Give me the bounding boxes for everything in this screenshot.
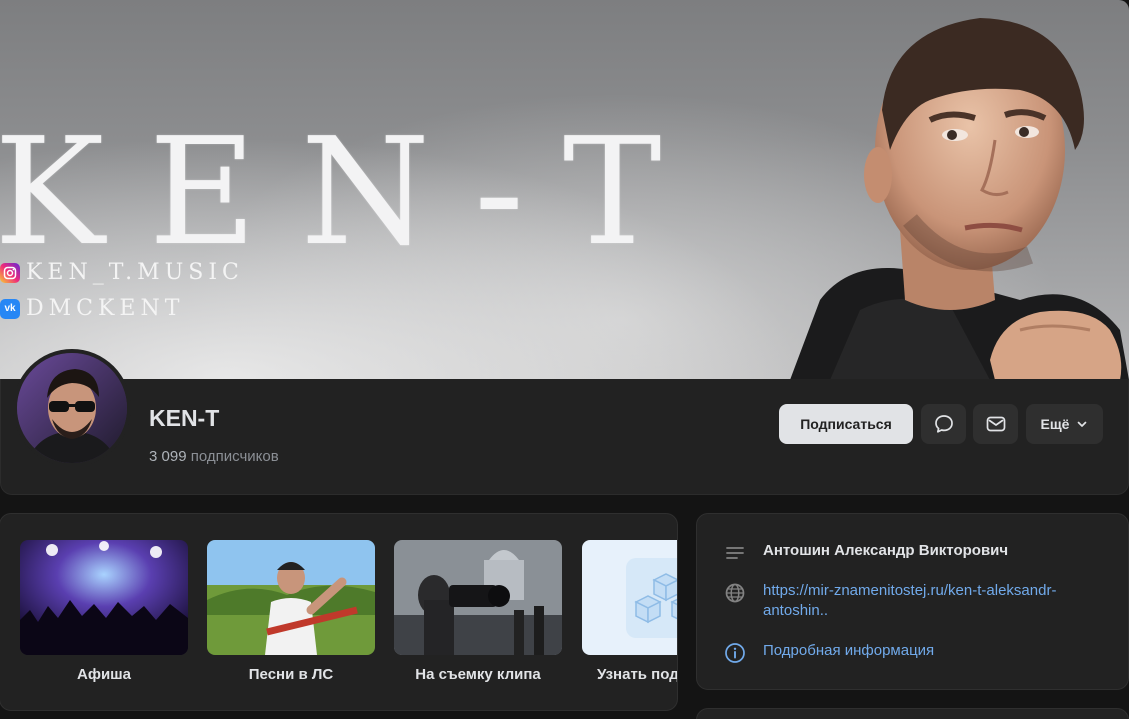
links-section: Афиша Песни в ЛС На съемку клипа Узнать … [0,513,678,711]
cover-instagram: KEN_T.MUSIC [0,260,244,285]
subscribers-number: 3 099 [149,448,187,465]
avatar[interactable] [13,349,131,467]
more-label: Ещё [1040,416,1070,432]
link-tile-video-shoot[interactable]: На съемку клипа [394,540,562,683]
cover-image: KEN-T KEN_T.MUSIC vk DMCKENT [0,0,1129,400]
next-section [696,708,1129,719]
link-label: Узнать под [597,666,678,683]
chat-bubble-icon [934,415,953,433]
instagram-icon [0,262,20,283]
cover-title: KEN-T [0,106,706,278]
link-tile-afisha[interactable]: Афиша [20,540,188,683]
link-label: Афиша [76,666,132,683]
mail-button[interactable] [973,404,1018,444]
envelope-icon [986,416,1005,432]
cover-vk: vk DMCKENT [0,296,184,321]
info-full-name: Антошин Александр Викторович [763,542,1009,559]
vk-handle: DMCKENT [26,296,185,321]
film-crew-image [394,540,562,655]
link-tile-songs[interactable]: Песни в ЛС [207,540,375,683]
globe-icon [723,581,747,605]
info-row-more: Подробная информация [723,641,934,665]
concert-image [20,540,188,655]
info-icon [723,641,747,665]
cubes-image [582,540,677,655]
subscribers-label: подписчиков [190,448,279,465]
vk-icon: vk [0,298,20,319]
subscribers-count[interactable]: 3 099 подписчиков [149,448,279,465]
more-button[interactable]: Ещё [1026,404,1103,444]
link-tile-learn[interactable]: Узнать под [582,540,678,683]
link-label: Песни в ЛС [248,666,334,683]
subscribe-button[interactable]: Подписаться [779,404,913,444]
info-row-name: Антошин Александр Викторович [723,541,1008,565]
avatar-image [17,353,127,463]
text-lines-icon [723,541,747,565]
chevron-down-icon [1078,421,1087,427]
artist-portrait [790,18,1129,380]
detailed-info-link[interactable]: Подробная информация [763,641,934,661]
link-label: На съемку клипа [415,666,541,683]
message-button[interactable] [921,404,966,444]
profile-name: KEN-T [149,405,220,431]
website-link[interactable]: https://mir-znamenitostej.ru/ken-t-aleks… [763,581,1103,621]
info-row-website: https://mir-znamenitostej.ru/ken-t-aleks… [723,581,1103,621]
info-section: Антошин Александр Викторович https://mir… [696,513,1129,690]
instagram-handle: KEN_T.MUSIC [26,260,244,285]
guitarist-image [207,540,375,655]
